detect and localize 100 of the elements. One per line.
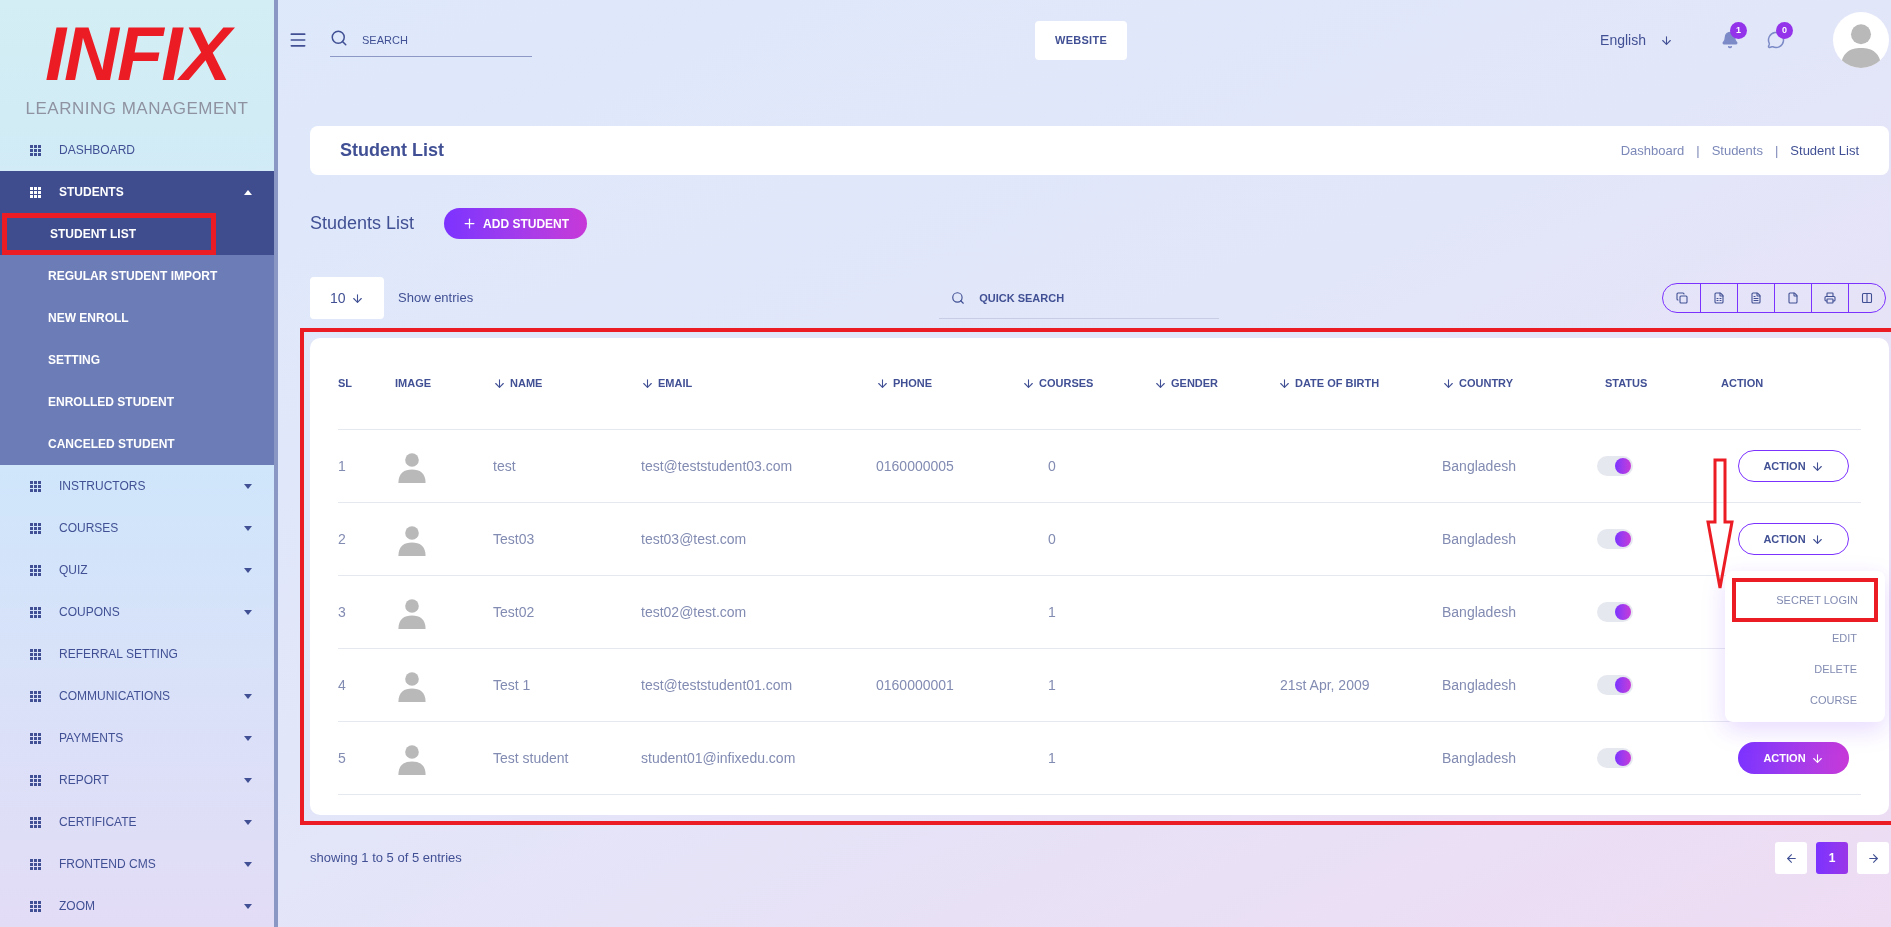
- column-header[interactable]: COUNTRY: [1442, 375, 1605, 392]
- column-header[interactable]: NAME: [493, 375, 641, 392]
- arrow-down-icon: [351, 291, 364, 305]
- status-toggle[interactable]: [1597, 602, 1633, 622]
- website-button[interactable]: WEBSITE: [1035, 20, 1128, 60]
- submenu-item[interactable]: ENROLLED STUDENT: [0, 381, 274, 423]
- menu-icon[interactable]: [288, 30, 308, 50]
- search-icon: [330, 29, 348, 47]
- submenu-item[interactable]: NEW ENROLL: [0, 297, 274, 339]
- page-title: Student List: [340, 139, 445, 162]
- page-button[interactable]: 1: [1816, 842, 1848, 874]
- table-cell-text: 3: [338, 602, 347, 622]
- bell-icon[interactable]: [1721, 31, 1739, 49]
- column-header[interactable]: ACTION: [1721, 375, 1861, 392]
- grid-icon: [30, 900, 41, 912]
- grid-icon: [30, 522, 41, 534]
- chat-bubble-icon[interactable]: [1767, 31, 1785, 49]
- sort-arrow-icon: [493, 377, 506, 390]
- sort-arrow-icon: [641, 377, 654, 390]
- table-cell-text: 1: [1047, 602, 1057, 622]
- grid-icon: [30, 144, 41, 156]
- column-header[interactable]: GENDER: [1154, 375, 1278, 392]
- table-cell-text: Bangladesh: [1442, 675, 1517, 695]
- quick-search-field[interactable]: QUICK SEARCH: [939, 277, 1220, 319]
- grid-icon: [30, 732, 41, 744]
- arrow-down-icon: [1660, 33, 1673, 47]
- breadcrumb-link[interactable]: Students: [1711, 140, 1763, 161]
- sidebar-item[interactable]: COURSES: [0, 507, 274, 549]
- sidebar-item[interactable]: FRONTEND CMS: [0, 843, 274, 885]
- status-toggle[interactable]: [1597, 456, 1633, 476]
- sidebar-item[interactable]: QUIZ: [0, 549, 274, 591]
- arrow-down-icon: [1810, 459, 1824, 473]
- search-field[interactable]: SEARCH: [330, 23, 532, 57]
- action-button[interactable]: ACTION: [1738, 523, 1849, 555]
- breadcrumb-link[interactable]: Student List: [1790, 140, 1859, 161]
- sidebar-item[interactable]: STUDENTS: [0, 171, 274, 213]
- sidebar-item[interactable]: COMMUNICATIONS: [0, 675, 274, 717]
- sidebar-item[interactable]: COUPONS: [0, 591, 274, 633]
- copy-icon: [1675, 292, 1688, 304]
- dropdown-item[interactable]: COURSE: [1809, 686, 1878, 715]
- plus-icon: [462, 216, 478, 231]
- section-title: Students List: [310, 212, 415, 235]
- grid-icon: [30, 816, 41, 828]
- table-cell-text: test03@test.com: [641, 529, 748, 549]
- table-cell-text: Test 1: [493, 675, 532, 695]
- dropdown-item[interactable]: DELETE: [1814, 655, 1878, 684]
- status-toggle[interactable]: [1597, 529, 1633, 549]
- sort-arrow-icon: [1278, 377, 1291, 390]
- sidebar-item[interactable]: PAYMENTS: [0, 717, 274, 759]
- table-cell-text: 0160000005: [876, 456, 955, 476]
- dropdown-item[interactable]: SECRET LOGIN: [1732, 578, 1878, 622]
- table-cell-text: Test03: [493, 529, 536, 549]
- grid-icon: [30, 774, 41, 786]
- breadcrumb-separator: |: [1696, 141, 1700, 160]
- table-cell-text: 5: [338, 748, 347, 768]
- column-header[interactable]: IMAGE: [395, 375, 493, 392]
- column-header[interactable]: COURSES: [1022, 375, 1154, 392]
- submenu-item[interactable]: REGULAR STUDENT IMPORT: [0, 255, 274, 297]
- column-header[interactable]: SL: [338, 375, 395, 392]
- table-cell-text: 21st Apr, 2009: [1279, 675, 1371, 695]
- action-button[interactable]: ACTION: [1738, 742, 1849, 774]
- breadcrumb-link[interactable]: Dashboard: [1620, 140, 1685, 161]
- submenu-item[interactable]: SETTING: [0, 339, 274, 381]
- entries-select[interactable]: 10: [310, 277, 384, 319]
- sort-arrow-icon: [876, 377, 889, 390]
- column-header[interactable]: EMAIL: [641, 375, 876, 392]
- action-button[interactable]: ACTION: [1738, 450, 1849, 482]
- logo-wordmark: INFIX: [34, 11, 240, 96]
- table-cell-text: Bangladesh: [1442, 602, 1517, 622]
- table-cell-text: 1: [1047, 748, 1057, 768]
- sidebar-item[interactable]: REPORT: [0, 759, 274, 801]
- columns-icon: [1861, 292, 1873, 304]
- submenu-item[interactable]: CANCELED STUDENT: [0, 423, 274, 465]
- print-icon: [1824, 292, 1836, 304]
- table-cell-text: Test02: [493, 602, 536, 622]
- grid-icon: [30, 564, 41, 576]
- status-toggle[interactable]: [1597, 675, 1633, 695]
- messages-count: 0: [1776, 22, 1793, 39]
- table-cell-text: test@teststudent03.com: [641, 456, 794, 476]
- table-cell-text: Bangladesh: [1442, 529, 1517, 549]
- language-selector[interactable]: English: [1600, 29, 1673, 51]
- table-cell-text: 0: [1047, 529, 1057, 549]
- show-entries-label: Show entries: [398, 289, 474, 308]
- arrow-right-icon: [1866, 851, 1880, 865]
- grid-icon: [30, 606, 41, 618]
- table-cell-text: test@teststudent01.com: [641, 675, 794, 695]
- table-cell-text: Bangladesh: [1442, 748, 1517, 768]
- sidebar-item[interactable]: ZOOM: [0, 885, 274, 927]
- dropdown-item[interactable]: EDIT: [1831, 624, 1878, 653]
- status-toggle[interactable]: [1597, 748, 1633, 768]
- column-header[interactable]: PHONE: [876, 375, 1022, 392]
- sidebar-item[interactable]: CERTIFICATE: [0, 801, 274, 843]
- sidebar-item[interactable]: REFERRAL SETTING: [0, 633, 274, 675]
- table-cell-text: student01@infixedu.com: [641, 748, 797, 768]
- sidebar-item[interactable]: DASHBOARD: [0, 129, 274, 171]
- table-cell-text: 2: [338, 529, 347, 549]
- add-student-button[interactable]: ADD STUDENT: [444, 208, 588, 239]
- sidebar-item[interactable]: INSTRUCTORS: [0, 465, 274, 507]
- column-header[interactable]: STATUS: [1605, 375, 1721, 392]
- column-header[interactable]: DATE OF BIRTH: [1278, 375, 1442, 392]
